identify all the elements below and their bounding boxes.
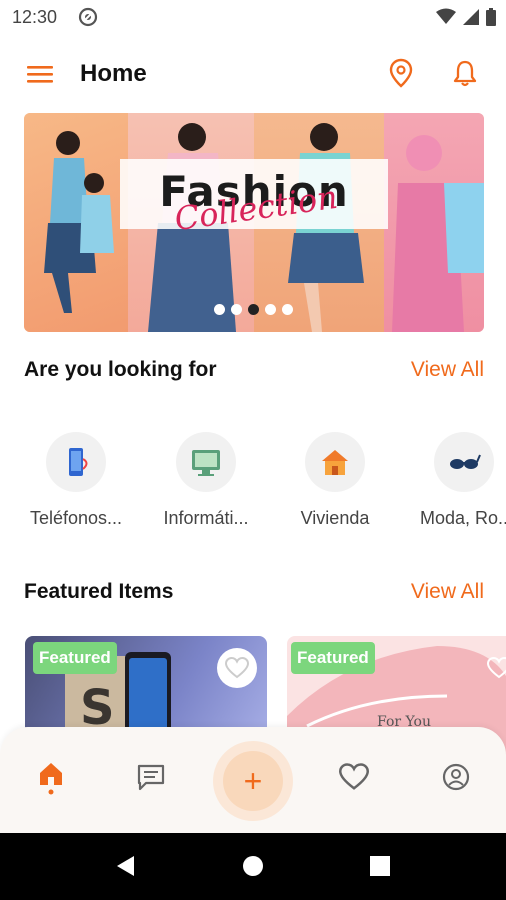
category-label: Moda, Ro.. <box>419 508 506 528</box>
back-icon[interactable] <box>114 854 138 878</box>
category-item[interactable]: Vivienda <box>275 432 395 529</box>
category-label: Informáti... <box>163 508 249 528</box>
sunglasses-icon <box>450 454 481 469</box>
carousel-dot-active[interactable] <box>248 304 259 315</box>
bottom-navigation: + <box>0 727 506 833</box>
page-title: Home <box>80 60 147 87</box>
chat-icon <box>137 764 165 791</box>
category-icon-circle <box>305 432 365 492</box>
category-item[interactable]: Moda, Ro.. <box>404 432 506 529</box>
category-item[interactable]: Teléfonos... <box>16 432 136 529</box>
wifi-icon <box>436 8 456 24</box>
carousel-dots <box>214 304 293 315</box>
system-navigation-bar <box>0 833 506 900</box>
heart-icon <box>487 657 506 679</box>
section-title-looking: Are you looking for <box>24 358 217 381</box>
category-icon-circle <box>434 432 494 492</box>
status-time: 12:30 <box>12 7 58 27</box>
category-label: Teléfonos... <box>29 508 123 528</box>
carousel-dot[interactable] <box>265 304 276 315</box>
category-icon-circle <box>46 432 106 492</box>
profile-icon <box>442 763 470 791</box>
featured-badge: Featured <box>33 642 117 674</box>
home-icon <box>40 763 62 795</box>
promo-banner[interactable]: Fashion Collection <box>24 113 484 332</box>
recents-icon[interactable] <box>369 855 391 877</box>
home-circle-icon[interactable] <box>241 854 265 878</box>
battery-icon <box>486 8 496 26</box>
carousel-dot[interactable] <box>282 304 293 315</box>
computer-icon <box>192 450 220 476</box>
category-item[interactable]: Informáti... <box>146 432 266 529</box>
nav-home[interactable] <box>31 757 71 797</box>
status-bar: 12:30 <box>0 0 506 36</box>
add-listing-button[interactable]: + <box>213 741 293 821</box>
view-all-categories-link[interactable]: View All <box>411 358 484 382</box>
house-icon <box>322 450 348 475</box>
nav-favorites[interactable] <box>334 757 374 797</box>
location-pin-icon[interactable] <box>388 58 414 88</box>
heart-icon <box>225 657 249 679</box>
at-sign-icon <box>78 7 98 27</box>
heart-icon <box>339 763 369 790</box>
app-bar: Home <box>0 50 506 100</box>
carousel-dot[interactable] <box>231 304 242 315</box>
menu-icon[interactable] <box>26 62 54 86</box>
nav-profile[interactable] <box>436 757 476 797</box>
section-title-featured: Featured Items <box>24 580 174 603</box>
banner-photo-4 <box>384 113 484 332</box>
phone-icon <box>69 448 88 476</box>
view-all-featured-link[interactable]: View All <box>411 580 484 604</box>
featured-badge: Featured <box>291 642 375 674</box>
nav-messages[interactable] <box>131 757 171 797</box>
category-icon-circle <box>176 432 236 492</box>
category-label: Vivienda <box>300 508 370 528</box>
favorite-button[interactable] <box>217 648 257 688</box>
plus-icon: + <box>223 751 283 811</box>
signal-icon <box>463 9 479 25</box>
notification-bell-icon[interactable] <box>452 58 478 88</box>
banner-photo-1 <box>24 113 128 332</box>
carousel-dot[interactable] <box>214 304 225 315</box>
